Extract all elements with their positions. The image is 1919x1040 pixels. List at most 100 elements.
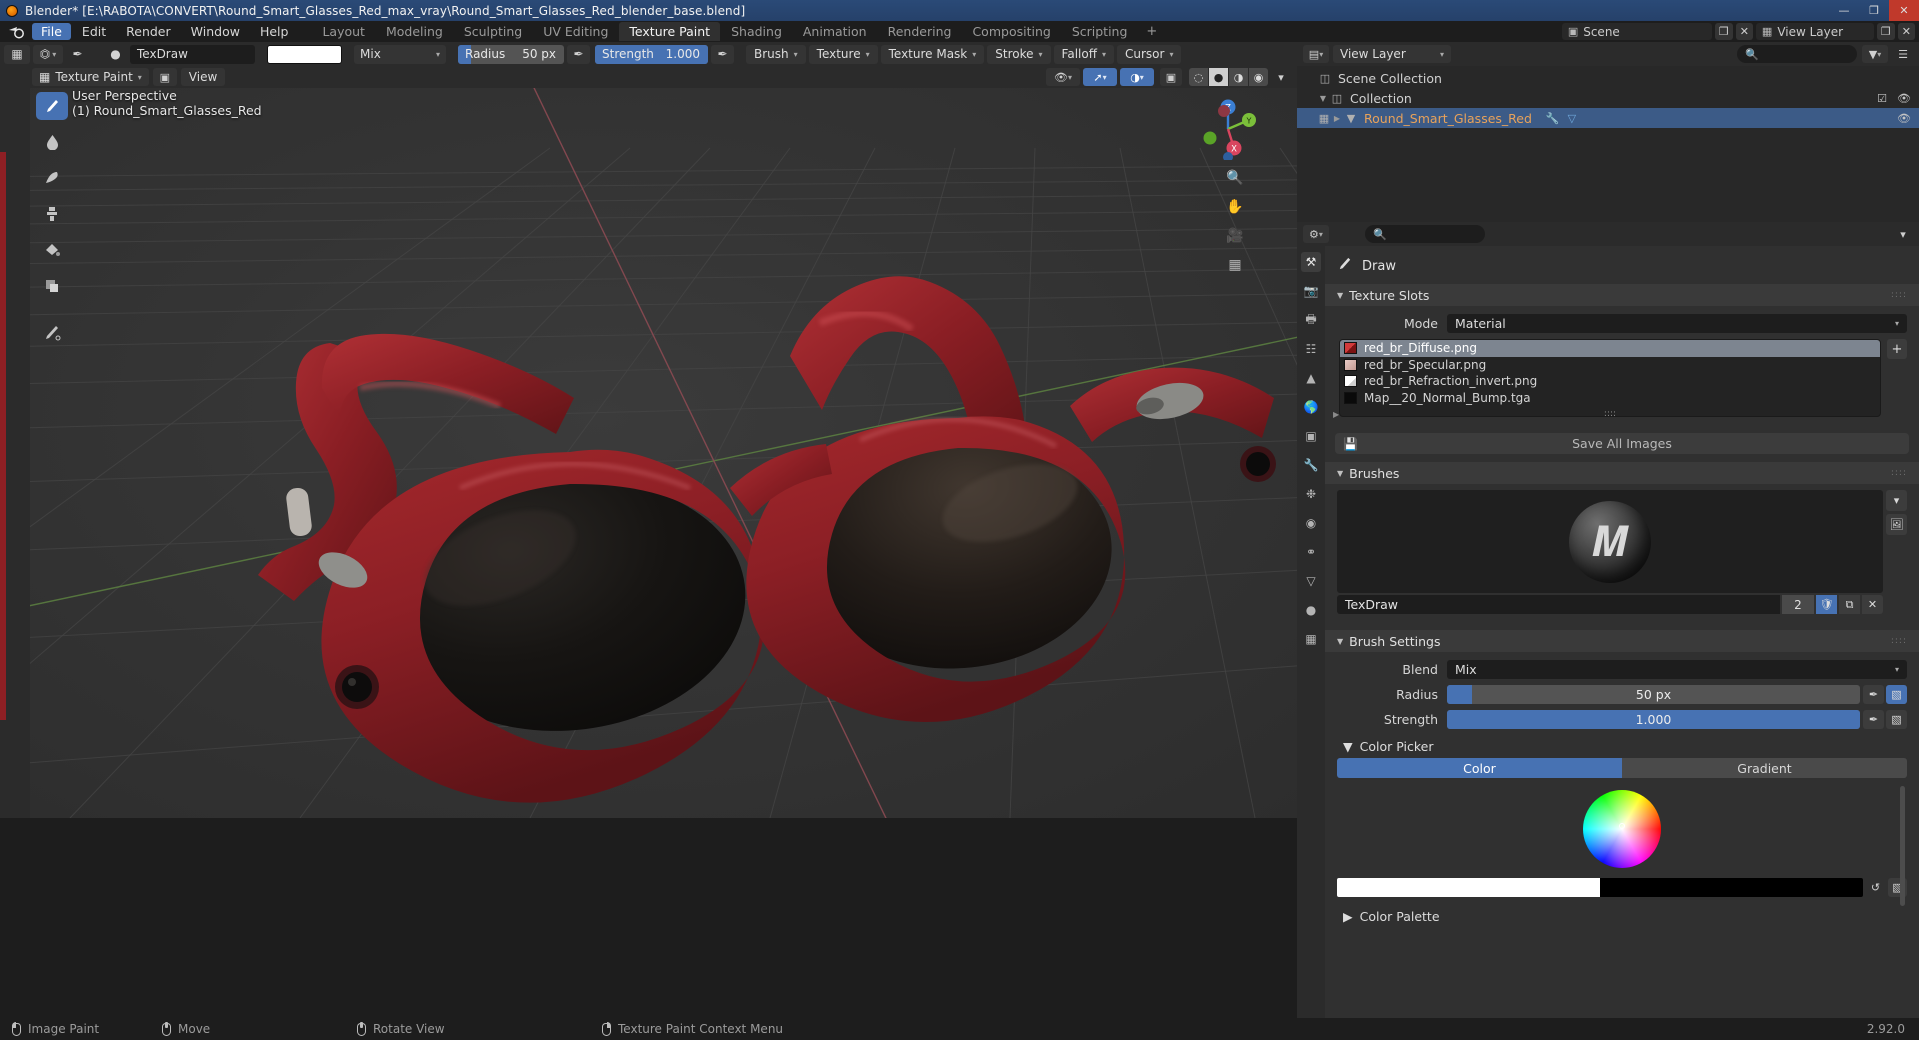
- camera-icon[interactable]: 🎥: [1225, 226, 1245, 246]
- texture-mask-menu[interactable]: Texture Mask ▾: [880, 44, 985, 64]
- workspace-tab-shading[interactable]: Shading: [721, 22, 792, 41]
- properties-tab-column[interactable]: ⚒ 📷 🖶 ☷ ▲ 🌎 ▣ 🔧 ❉ ◉ ⚭ ▽ ● ▦: [1297, 246, 1325, 1018]
- browse-brush-chevron-icon[interactable]: ▾: [1886, 490, 1907, 511]
- workspace-tab-sculpting[interactable]: Sculpting: [454, 22, 532, 41]
- brush-name-field[interactable]: TexDraw: [1337, 595, 1780, 614]
- remove-viewlayer-button[interactable]: ✕: [1897, 23, 1915, 40]
- expander-icon[interactable]: ▼: [1317, 94, 1329, 103]
- properties-tab-particles[interactable]: ❉: [1301, 484, 1321, 504]
- color-value-slider[interactable]: [1337, 878, 1863, 897]
- eye-icon[interactable]: 👁: [1897, 92, 1911, 105]
- workspace-tab-rendering[interactable]: Rendering: [878, 22, 962, 41]
- ortho-persp-icon[interactable]: ▦: [1225, 255, 1245, 275]
- brush-menu[interactable]: Brush ▾: [746, 44, 806, 64]
- zoom-icon[interactable]: 🔍: [1225, 168, 1245, 188]
- falloff-menu[interactable]: Falloff ▾: [1053, 44, 1114, 64]
- outliner-search-input[interactable]: 🔍: [1737, 45, 1857, 63]
- new-viewlayer-button[interactable]: ❐: [1876, 23, 1895, 40]
- subpanel-color-picker-header[interactable]: ▼ Color Picker: [1337, 733, 1907, 756]
- strength-slider[interactable]: 1.000: [1447, 709, 1860, 729]
- add-workspace-button[interactable]: +: [1138, 24, 1165, 39]
- shading-wireframe-icon[interactable]: ◌: [1189, 68, 1208, 86]
- overlays-icon[interactable]: ◑ ▾: [1120, 68, 1154, 86]
- unified-settings-icon[interactable]: ▧: [1886, 684, 1907, 704]
- menu-file[interactable]: File: [32, 23, 71, 40]
- brush-name-field[interactable]: TexDraw: [130, 44, 255, 64]
- outliner-tree[interactable]: ◫ Scene Collection ▼ ◫ Collection ☑ 👁 ▦ …: [1297, 66, 1919, 222]
- collection-checkbox[interactable]: ☑: [1877, 92, 1887, 105]
- workspace-tab-animation[interactable]: Animation: [793, 22, 877, 41]
- properties-tab-output[interactable]: 🖶: [1301, 310, 1321, 330]
- workspace-tab-compositing[interactable]: Compositing: [962, 22, 1060, 41]
- properties-options-icon[interactable]: ▾: [1893, 225, 1913, 243]
- cursor-menu[interactable]: Cursor ▾: [1117, 44, 1182, 64]
- outliner-row-scene-collection[interactable]: ◫ Scene Collection: [1297, 68, 1919, 88]
- pan-hand-icon[interactable]: ✋: [1225, 197, 1245, 217]
- properties-tab-object-data[interactable]: ▽: [1301, 571, 1321, 591]
- brush-user-count[interactable]: 2: [1782, 595, 1814, 614]
- 3d-viewport[interactable]: User Perspective (1) Round_Smart_Glasses…: [30, 88, 1297, 818]
- texture-slot-item[interactable]: Map__20_Normal_Bump.tga: [1340, 390, 1880, 407]
- new-scene-button[interactable]: ❐: [1714, 23, 1733, 40]
- strength-slider[interactable]: Strength 1.000: [595, 44, 708, 64]
- slot-list-resize-grip[interactable]: ▶::::: [1333, 406, 1880, 419]
- outliner-display-mode[interactable]: View Layer ▾: [1333, 45, 1451, 63]
- workspace-tab-layout[interactable]: Layout: [312, 22, 375, 41]
- unlink-scene-button[interactable]: ✕: [1735, 23, 1753, 40]
- properties-tab-tool[interactable]: ⚒: [1301, 252, 1321, 272]
- radius-pressure-icon[interactable]: ✒: [567, 44, 590, 64]
- save-all-images-button[interactable]: 💾 Save All Images: [1335, 433, 1909, 454]
- workspace-tab-scripting[interactable]: Scripting: [1062, 22, 1138, 41]
- properties-search-input[interactable]: 🔍: [1365, 225, 1485, 243]
- close-button[interactable]: ✕: [1889, 0, 1919, 21]
- brush-data-icon[interactable]: ●: [104, 45, 127, 64]
- soften-tool-icon[interactable]: [36, 128, 68, 156]
- modifier-wrench-icon[interactable]: 🔧: [1546, 112, 1560, 125]
- properties-tab-world[interactable]: 🌎: [1301, 397, 1321, 417]
- workspace-tab-uv-editing[interactable]: UV Editing: [533, 22, 618, 41]
- filter-icon[interactable]: ▼ ▾: [1862, 45, 1888, 63]
- properties-tab-object[interactable]: ▣: [1301, 426, 1321, 446]
- image-preview-icon[interactable]: 🖼: [1886, 514, 1907, 535]
- texture-mode-dropdown[interactable]: Material ▾: [1447, 313, 1907, 333]
- properties-scrollbar[interactable]: [1900, 786, 1905, 906]
- panel-brushes-header[interactable]: ▼ Brushes ::::: [1325, 462, 1919, 484]
- menu-render[interactable]: Render: [117, 23, 180, 40]
- color-wheel[interactable]: [1583, 790, 1661, 868]
- expander-icon[interactable]: ▶: [1331, 114, 1343, 123]
- texture-slot-item[interactable]: red_br_Specular.png: [1340, 357, 1880, 374]
- texture-slot-item[interactable]: red_br_Diffuse.png: [1340, 340, 1880, 357]
- view-axis-gizmo[interactable]: Z Y X: [1197, 98, 1259, 160]
- editor-type-icon[interactable]: ▦: [4, 44, 30, 64]
- texture-slot-list[interactable]: red_br_Diffuse.png red_br_Specular.png r…: [1333, 339, 1881, 419]
- brush-preview[interactable]: 𝑴: [1337, 490, 1883, 593]
- properties-tab-physics[interactable]: ◉: [1301, 513, 1321, 533]
- outliner-options-icon[interactable]: ☰: [1893, 45, 1913, 63]
- menu-help[interactable]: Help: [251, 23, 298, 40]
- tab-gradient[interactable]: Gradient: [1622, 758, 1907, 778]
- pressure-icon[interactable]: ✒: [1863, 684, 1884, 704]
- fill-tool-icon[interactable]: [36, 236, 68, 264]
- color-mode-tabs[interactable]: Color Gradient: [1337, 758, 1907, 778]
- blender-menu-icon[interactable]: [5, 23, 27, 40]
- unified-settings-icon[interactable]: ▧: [1886, 709, 1907, 729]
- minimize-button[interactable]: —: [1829, 0, 1859, 21]
- snap-icon[interactable]: ⏣ ▾: [33, 44, 63, 64]
- blend-mode-dropdown[interactable]: Mix ▾: [354, 44, 446, 64]
- radius-slider[interactable]: Radius 50 px: [458, 44, 564, 64]
- window-controls[interactable]: — ❐ ✕: [1829, 0, 1919, 21]
- radius-slider[interactable]: 50 px: [1447, 684, 1860, 704]
- properties-tab-constraints[interactable]: ⚭: [1301, 542, 1321, 562]
- strength-pressure-icon[interactable]: ✒: [711, 44, 734, 64]
- texture-menu[interactable]: Texture ▾: [808, 44, 878, 64]
- menu-edit[interactable]: Edit: [73, 23, 115, 40]
- panel-brush-settings-header[interactable]: ▼ Brush Settings ::::: [1325, 630, 1919, 652]
- properties-tab-view-layer[interactable]: ☷: [1301, 339, 1321, 359]
- shading-rendered-icon[interactable]: ◉: [1249, 68, 1268, 86]
- view-menu[interactable]: View: [180, 68, 226, 86]
- properties-tab-modifiers[interactable]: 🔧: [1301, 455, 1321, 475]
- menu-window[interactable]: Window: [182, 23, 249, 40]
- properties-tab-render[interactable]: 📷: [1301, 281, 1321, 301]
- gizmo-icon[interactable]: ➚ ▾: [1083, 68, 1117, 86]
- fake-user-shield-icon[interactable]: 🛡: [1816, 595, 1837, 614]
